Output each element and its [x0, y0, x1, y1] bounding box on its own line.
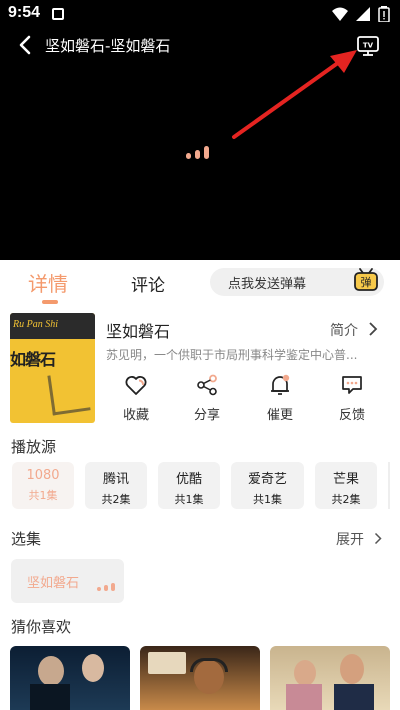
- share-label: 分享: [193, 408, 220, 423]
- heart-icon: [125, 376, 147, 395]
- video-title: 坚如磐石-坚如磐石: [45, 37, 171, 55]
- source-count: 共2集: [101, 493, 131, 506]
- episode-item[interactable]: 坚如磐石: [11, 559, 124, 603]
- back-icon[interactable]: [16, 34, 36, 56]
- loading-indicator: [186, 146, 209, 159]
- tab-details[interactable]: 详情: [28, 268, 68, 297]
- feedback-button[interactable]: 反馈: [327, 374, 377, 423]
- expand-button[interactable]: 展开: [336, 529, 364, 549]
- wifi-icon: [332, 7, 348, 21]
- danmu-input[interactable]: 点我发送弹幕 弹: [210, 268, 384, 296]
- episodes-title: 选集: [11, 530, 42, 548]
- source-count: 共1集: [174, 493, 204, 506]
- tab-active-indicator: [42, 300, 58, 304]
- favorite-label: 收藏: [122, 408, 149, 423]
- request-update-button[interactable]: 催更: [255, 374, 305, 423]
- source-count: 共1集: [28, 489, 58, 502]
- video-player[interactable]: 9:54 坚如磐石-坚如磐石 TV: [0, 0, 400, 260]
- source-count: 共2集: [331, 493, 361, 506]
- source-1080[interactable]: 1080 共1集: [12, 462, 74, 509]
- playing-indicator: [97, 583, 115, 591]
- source-name: 爱奇艺: [247, 472, 287, 487]
- source-tencent[interactable]: 腾讯 共2集: [85, 462, 147, 509]
- show-synopsis: 苏见明，一个供职于市局刑事科学鉴定中心普...: [106, 348, 358, 362]
- episode-name: 坚如磐石: [27, 576, 80, 591]
- notification-icon: [52, 8, 64, 20]
- feedback-icon: [342, 376, 362, 394]
- feedback-label: 反馈: [338, 408, 365, 423]
- recommend-item[interactable]: [140, 646, 260, 710]
- source-youku[interactable]: 优酷 共1集: [158, 462, 220, 509]
- battery-icon: [378, 6, 390, 22]
- tab-comments[interactable]: 评论: [131, 271, 165, 296]
- recommend-title: 猜你喜欢: [11, 618, 72, 636]
- source-name: 芒果: [332, 472, 359, 487]
- share-icon: [197, 374, 217, 396]
- sources-scroll-edge: [388, 462, 390, 509]
- show-poster[interactable]: Ru Pan Shi 如磐石: [10, 313, 95, 423]
- source-name: 腾讯: [102, 472, 129, 487]
- poster-english-title: Ru Pan Shi: [13, 319, 58, 330]
- danmu-placeholder: 点我发送弹幕: [228, 277, 307, 292]
- status-time: 9:54: [8, 4, 41, 21]
- share-button[interactable]: 分享: [182, 374, 232, 423]
- source-name: 1080: [26, 468, 60, 483]
- recommend-item[interactable]: [270, 646, 390, 710]
- source-mango[interactable]: 芒果 共2集: [315, 462, 377, 509]
- recommend-item[interactable]: [10, 646, 130, 710]
- favorite-button[interactable]: 收藏: [111, 374, 161, 423]
- request-update-label: 催更: [266, 408, 293, 423]
- poster-chinese-title: 如磐石: [10, 350, 56, 369]
- source-name: 优酷: [175, 472, 202, 487]
- danmu-icon-text: 弹: [361, 275, 372, 289]
- source-iqiyi[interactable]: 爱奇艺 共1集: [231, 462, 304, 509]
- bell-icon: [271, 374, 290, 395]
- sources-title: 播放源: [11, 438, 57, 456]
- chevron-right-icon[interactable]: [374, 532, 382, 545]
- signal-icon: [356, 7, 370, 21]
- annotation-arrow: [232, 50, 357, 139]
- danmu-icon[interactable]: 弹: [352, 265, 380, 293]
- chevron-right-icon[interactable]: [368, 322, 378, 336]
- intro-button[interactable]: 简介: [330, 320, 358, 340]
- show-title: 坚如磐石: [106, 322, 171, 341]
- status-bar: 9:54: [0, 0, 400, 28]
- source-count: 共1集: [253, 493, 282, 506]
